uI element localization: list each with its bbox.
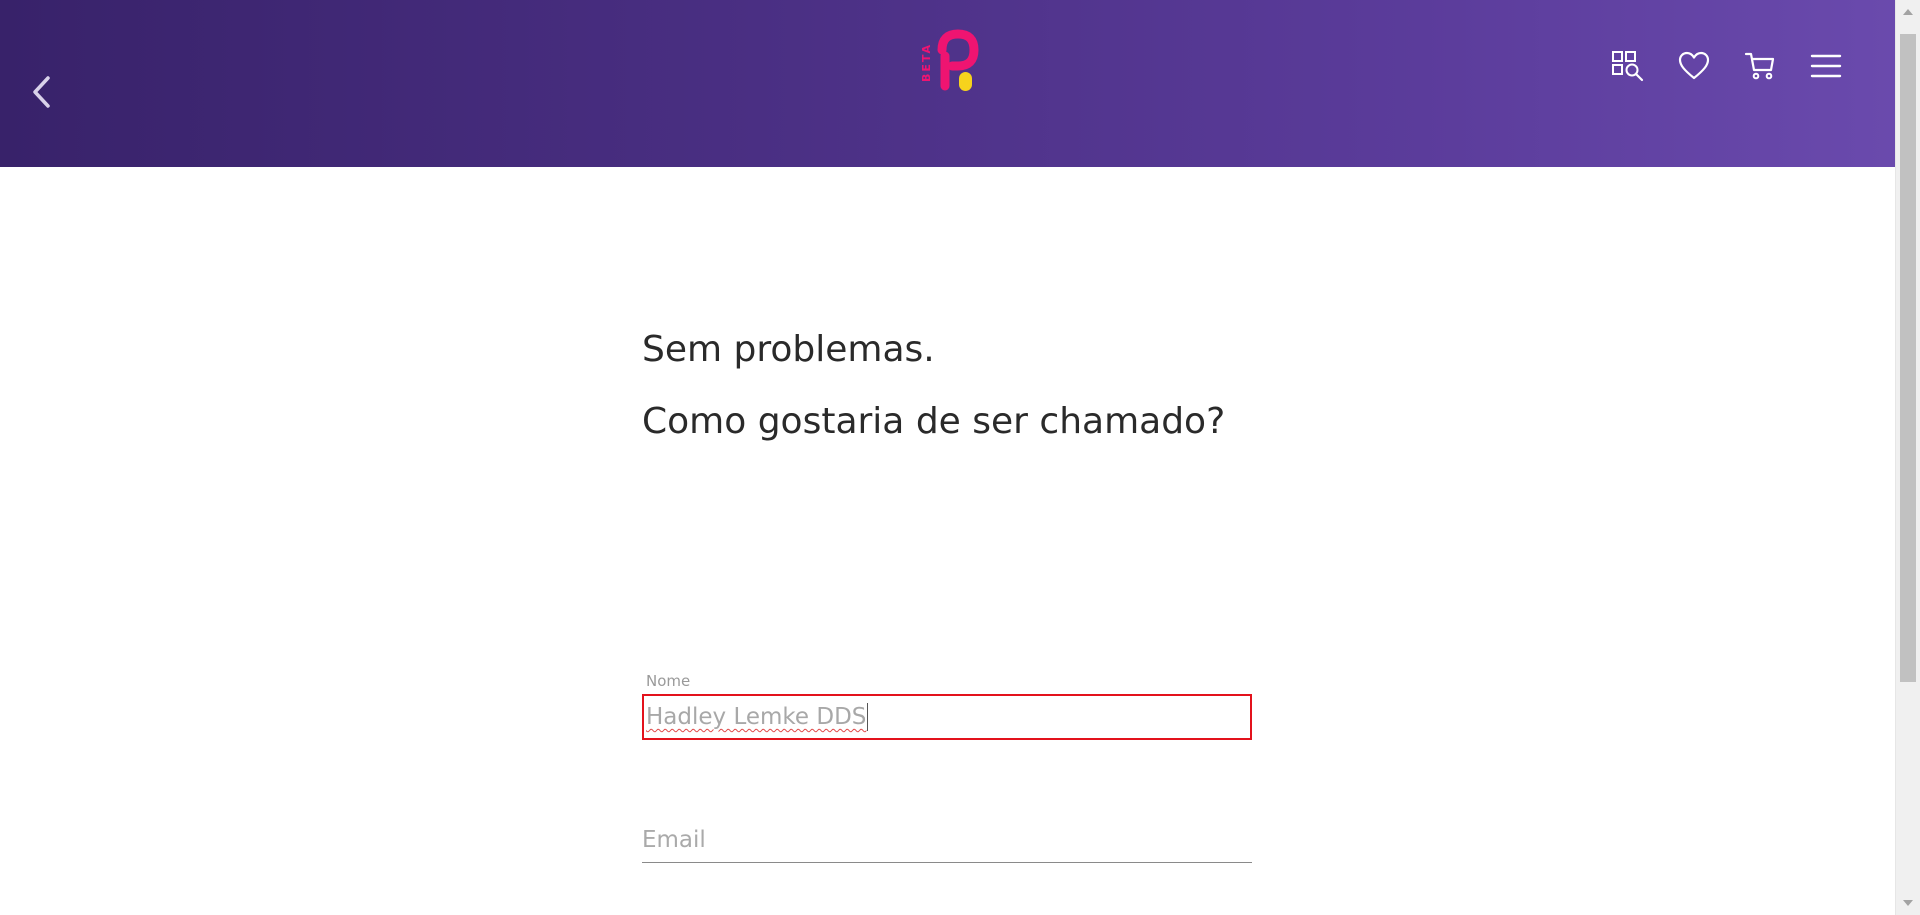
back-button[interactable]	[22, 72, 62, 112]
scroll-thumb[interactable]	[1900, 34, 1916, 682]
menu-icon	[1810, 54, 1842, 78]
scroll-up-button[interactable]	[1896, 0, 1920, 24]
greeting-text: Sem problemas.	[642, 329, 935, 370]
scroll-down-arrow-icon	[1903, 900, 1913, 906]
question-text: Como gostaria de ser chamado?	[642, 401, 1226, 442]
top-header: BETA	[0, 0, 1896, 167]
menu-button[interactable]	[1808, 48, 1844, 84]
back-arrow-icon	[33, 76, 50, 108]
category-search-icon	[1612, 51, 1644, 82]
brand-logo-icon: BETA	[920, 29, 979, 91]
scroll-up-arrow-icon	[1903, 9, 1913, 15]
email-placeholder: Email	[642, 827, 706, 853]
logo-beta-text: BETA	[920, 43, 933, 82]
wishlist-button[interactable]	[1676, 48, 1712, 84]
category-search-button[interactable]	[1610, 48, 1646, 84]
text-caret	[867, 703, 869, 731]
cart-button[interactable]	[1742, 48, 1778, 84]
question-block: Sem problemas. Como gostaria de ser cham…	[642, 326, 1225, 470]
header-actions	[1610, 48, 1844, 84]
scroll-down-button[interactable]	[1896, 891, 1920, 915]
email-input[interactable]: Email	[642, 818, 1252, 863]
logo[interactable]: BETA	[912, 28, 984, 98]
heart-icon	[1678, 51, 1710, 80]
name-input[interactable]: Hadley Lemke DDS	[642, 694, 1252, 740]
name-input-value: Hadley Lemke DDS	[646, 704, 867, 730]
page: BETA Sem problemas. Como gostaria de ser…	[0, 0, 1920, 915]
cart-icon	[1744, 52, 1775, 80]
vertical-scrollbar[interactable]	[1895, 0, 1920, 915]
name-field-label: Nome	[646, 672, 691, 690]
